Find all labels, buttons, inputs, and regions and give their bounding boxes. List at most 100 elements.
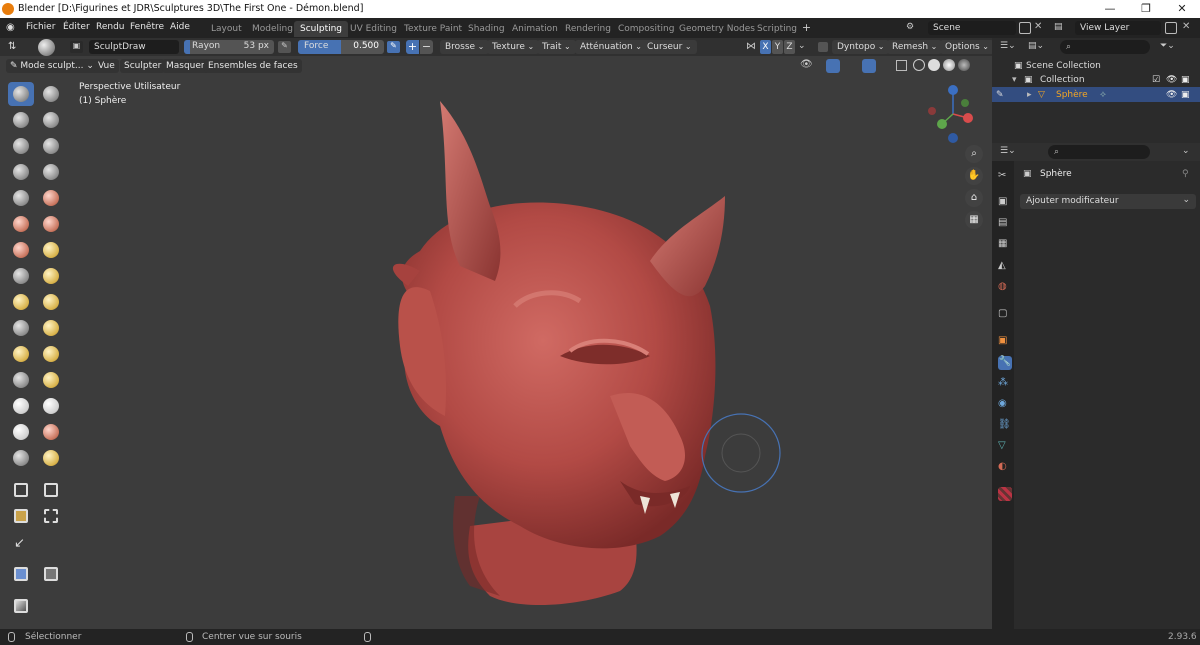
tab-uv-editing[interactable]: UV Editing <box>344 21 403 37</box>
tool-grab[interactable] <box>38 264 64 288</box>
minimize-button[interactable]: — <box>1092 0 1128 18</box>
tool-box-mask[interactable] <box>8 478 34 502</box>
constraints-properties-icon[interactable]: ⛓ <box>998 419 1012 433</box>
strength-slider[interactable]: Force 0.500 <box>298 40 384 54</box>
tool-clay[interactable] <box>8 108 34 132</box>
direction-add-button[interactable]: + <box>406 40 419 54</box>
outliner-object-sphere[interactable]: Sphère <box>1056 88 1088 102</box>
brush-type-icon[interactable]: ▣ <box>70 41 83 53</box>
tool-pose[interactable] <box>38 316 64 340</box>
tab-scripting[interactable]: Scripting <box>751 21 803 37</box>
tool-layer[interactable] <box>38 134 64 158</box>
remesh-dropdown[interactable]: Remesh <box>887 40 943 54</box>
scene-icon[interactable]: ⚙ <box>906 22 924 35</box>
tool-properties-icon[interactable]: ✂ <box>998 170 1012 184</box>
tool-nudge[interactable] <box>8 342 34 366</box>
3d-viewport[interactable]: Perspective Utilisateur (1) Sphère ⌕ ✋ ⌂… <box>0 56 992 629</box>
tool-draw-sharp[interactable] <box>38 82 64 106</box>
tool-rotate[interactable] <box>38 342 64 366</box>
tool-multires-displacement-smear[interactable] <box>38 446 64 470</box>
tool-draw-face-sets[interactable] <box>38 420 64 444</box>
tab-animation[interactable]: Animation <box>506 21 564 37</box>
particles-properties-icon[interactable]: ⁂ <box>998 377 1012 391</box>
collection-properties-icon[interactable]: ▢ <box>998 308 1012 322</box>
radius-slider[interactable]: Rayon 53 px <box>184 40 274 54</box>
tool-clay-strips[interactable] <box>38 108 64 132</box>
collection-expand-icon[interactable]: ▾ <box>1012 73 1017 87</box>
falloff-dropdown[interactable]: Atténuation <box>575 40 648 54</box>
add-workspace-button[interactable]: + <box>800 22 813 35</box>
object-render-icon[interactable]: ▣ <box>1181 88 1190 102</box>
outliner-collection[interactable]: Collection <box>1040 73 1085 87</box>
sculpt-model-canvas[interactable] <box>0 56 992 629</box>
data-properties-icon[interactable]: ▽ <box>998 440 1012 454</box>
tool-scrape[interactable] <box>8 238 34 262</box>
collection-visibility-icon[interactable]: 👁 <box>1166 73 1177 87</box>
tool-snake-hook[interactable] <box>38 290 64 314</box>
mode-dropdown[interactable]: ✎ Mode sculpt... ⌄ <box>6 59 98 73</box>
texture-properties-icon[interactable] <box>998 487 1012 501</box>
properties-search-field[interactable]: ⌕ <box>1048 145 1150 159</box>
tool-box-face-set[interactable] <box>8 504 34 528</box>
tool-inflate[interactable] <box>8 160 34 184</box>
menu-window[interactable]: Fenêtre <box>130 22 164 32</box>
tool-mesh-filter[interactable] <box>8 562 34 586</box>
collection-checkbox[interactable]: ☑ <box>1152 73 1160 87</box>
menu-help[interactable]: Aide <box>170 22 190 32</box>
cursor-dropdown[interactable]: Curseur <box>642 40 697 54</box>
add-modifier-dropdown[interactable]: Ajouter modificateur ⌄ <box>1020 194 1196 209</box>
view-layer-icon[interactable]: ▤ <box>1054 22 1072 35</box>
object-properties-icon[interactable]: ▣ <box>998 335 1012 349</box>
collection-render-icon[interactable]: ▣ <box>1181 73 1190 87</box>
blender-menu-icon[interactable]: ◉ <box>6 22 19 34</box>
tab-rendering[interactable]: Rendering <box>559 21 617 37</box>
stroke-dropdown[interactable]: Trait <box>537 40 576 54</box>
maximize-button[interactable]: ❐ <box>1128 0 1164 18</box>
pan-hand-icon[interactable]: ✋ <box>965 167 983 185</box>
view-layer-properties-icon[interactable]: ▦ <box>998 238 1012 252</box>
zoom-icon[interactable]: ⌕ <box>965 145 983 163</box>
material-properties-icon[interactable]: ◐ <box>998 461 1012 475</box>
tool-pinch[interactable] <box>8 264 34 288</box>
wireframe-shading-icon[interactable] <box>913 59 925 71</box>
brush-preview-icon[interactable] <box>38 39 55 56</box>
solid-shading-icon[interactable] <box>928 59 940 71</box>
grid-perspective-icon[interactable]: ▦ <box>965 211 983 229</box>
properties-editor-type-icon[interactable]: ☰⌄ <box>1000 146 1016 156</box>
tab-texture-paint[interactable]: Texture Paint <box>398 21 468 37</box>
tool-blob[interactable] <box>38 160 64 184</box>
tool-box-hide[interactable] <box>38 478 64 502</box>
close-button[interactable]: ✕ <box>1164 0 1200 18</box>
menu-render[interactable]: Rendu <box>96 22 125 32</box>
tool-simplify[interactable] <box>38 394 64 418</box>
tool-cloth-filter[interactable] <box>38 562 64 586</box>
tool-color-filter[interactable] <box>8 594 34 618</box>
direction-subtract-button[interactable]: − <box>420 40 433 54</box>
brush-dropdown[interactable]: Brosse <box>440 40 490 54</box>
options-dropdown[interactable]: Options <box>940 40 994 54</box>
symmetry-dropdown-icon[interactable]: ⌄ <box>798 41 806 51</box>
dyntopo-checkbox[interactable] <box>818 42 828 52</box>
tool-multires-displacement-eraser[interactable] <box>8 446 34 470</box>
remove-scene-icon[interactable]: ✕ <box>1034 21 1042 32</box>
render-properties-icon[interactable]: ▣ <box>998 196 1012 210</box>
object-expand-icon[interactable]: ▸ <box>1027 88 1032 102</box>
tool-crease[interactable] <box>8 186 34 210</box>
tool-multiplane-scrape[interactable] <box>38 238 64 262</box>
material-shading-icon[interactable] <box>943 59 955 71</box>
scene-properties-icon[interactable]: ◭ <box>998 260 1012 274</box>
camera-icon[interactable]: ⌂ <box>965 189 983 207</box>
tab-layout[interactable]: Layout <box>205 21 248 37</box>
tool-clay-thumb[interactable] <box>8 134 34 158</box>
tab-sculpting[interactable]: Sculpting <box>294 21 349 37</box>
scene-field[interactable]: Scene <box>928 21 1016 35</box>
physics-properties-icon[interactable]: ◉ <box>998 398 1012 412</box>
xray-toggle-icon[interactable] <box>896 60 907 71</box>
rendered-shading-icon[interactable] <box>958 59 970 71</box>
object-visibility-icon[interactable]: 👁 <box>1166 88 1177 102</box>
texture-dropdown[interactable]: Texture <box>487 40 540 54</box>
remove-view-layer-icon[interactable]: ✕ <box>1182 21 1190 32</box>
mirror-x-toggle[interactable]: X <box>760 40 771 54</box>
tab-compositing[interactable]: Compositing <box>612 21 680 37</box>
brush-name-field[interactable]: SculptDraw <box>89 40 179 54</box>
